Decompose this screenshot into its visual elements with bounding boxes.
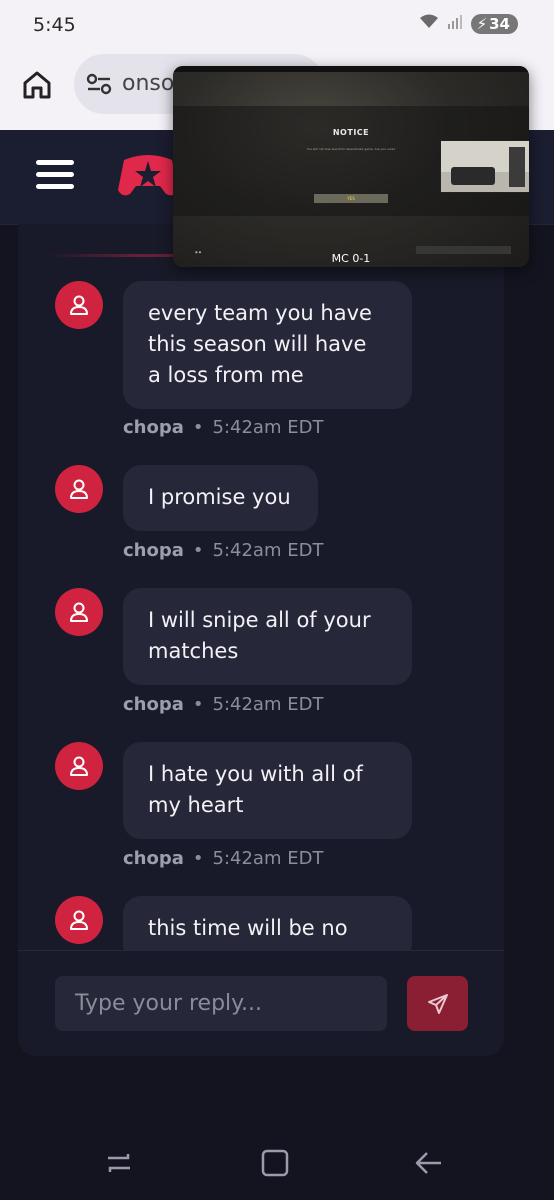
- message-bubble: this time will be no: [123, 896, 412, 950]
- score-caption: MC 0-1: [331, 252, 371, 265]
- message-time: 5:42am EDT: [212, 540, 324, 561]
- message-line: my heart: [148, 793, 244, 817]
- message-author[interactable]: chopa: [123, 848, 184, 869]
- message-time: 5:42am EDT: [212, 694, 324, 715]
- square-icon: [261, 1149, 289, 1177]
- message-meta: chopa • 5:42am EDT: [123, 540, 324, 561]
- webcam-overlay: [440, 140, 529, 193]
- send-button[interactable]: [407, 976, 468, 1031]
- avatar[interactable]: [55, 465, 103, 513]
- home-icon: [23, 71, 51, 99]
- site-settings-icon[interactable]: [86, 73, 112, 99]
- message-line: this time will be no: [148, 916, 348, 940]
- message-bubble: every team you have this season will hav…: [123, 281, 412, 409]
- message-line: every team you have: [148, 301, 372, 325]
- battery-indicator: ⚡ 34: [470, 14, 518, 34]
- status-time: 5:45: [33, 14, 76, 36]
- wifi-icon: [419, 14, 439, 34]
- game-hud-top: [173, 66, 529, 72]
- avatar[interactable]: [55, 588, 103, 636]
- system-nav-bar: [0, 1120, 554, 1200]
- user-icon: [70, 479, 88, 499]
- avatar[interactable]: [55, 281, 103, 329]
- reply-input[interactable]: [55, 976, 387, 1031]
- status-icons: ⚡ 34: [419, 14, 518, 34]
- message-line: I will snipe all of your: [148, 608, 371, 632]
- status-bar: 5:45 ⚡ 34: [0, 0, 554, 54]
- send-icon: [427, 993, 448, 1014]
- notice-title: NOTICE: [332, 128, 370, 137]
- avatar[interactable]: [55, 896, 103, 944]
- message-author[interactable]: chopa: [123, 417, 184, 438]
- message-time: 5:42am EDT: [212, 417, 324, 438]
- message-bubble: I will snipe all of your matches: [123, 588, 412, 685]
- back-arrow-icon: [415, 1152, 441, 1174]
- user-icon: [70, 910, 88, 930]
- message-author[interactable]: chopa: [123, 540, 184, 561]
- message-line: I promise you: [148, 485, 291, 509]
- battery-level: 34: [489, 15, 510, 33]
- message-meta: chopa • 5:42am EDT: [123, 417, 324, 438]
- signal-icon: [447, 14, 463, 34]
- user-icon: [70, 295, 88, 315]
- message-author[interactable]: chopa: [123, 694, 184, 715]
- notice-yes-button: YES: [314, 194, 388, 203]
- pip-video-window[interactable]: NOTICE You will not lose loss from aband…: [173, 66, 529, 267]
- home-button[interactable]: [20, 68, 54, 102]
- message-line: this season will have: [148, 332, 367, 356]
- user-icon: [70, 756, 88, 776]
- home-nav-button[interactable]: [260, 1148, 290, 1178]
- charging-icon: ⚡: [476, 15, 488, 33]
- user-icon: [70, 602, 88, 622]
- message-line: I hate you with all of: [148, 762, 363, 786]
- recents-button[interactable]: [104, 1148, 134, 1178]
- reply-composer: [18, 950, 504, 1056]
- chat-panel: every team you have this season will hav…: [18, 224, 504, 1056]
- message-meta: chopa • 5:42am EDT: [123, 694, 324, 715]
- site-logo[interactable]: [116, 152, 180, 206]
- recents-icon: [108, 1154, 130, 1172]
- notice-body: You will not lose loss from abandoned ga…: [306, 147, 396, 151]
- message-line: matches: [148, 639, 239, 663]
- menu-button[interactable]: [36, 160, 74, 192]
- message-bubble: I promise you: [123, 465, 318, 531]
- avatar[interactable]: [55, 742, 103, 790]
- message-time: 5:42am EDT: [212, 848, 324, 869]
- message-list[interactable]: every team you have this season will hav…: [18, 224, 504, 950]
- message-bubble: I hate you with all of my heart: [123, 742, 412, 839]
- message-line: a loss from me: [148, 363, 304, 387]
- message-meta: chopa • 5:42am EDT: [123, 848, 324, 869]
- back-button[interactable]: [414, 1148, 444, 1178]
